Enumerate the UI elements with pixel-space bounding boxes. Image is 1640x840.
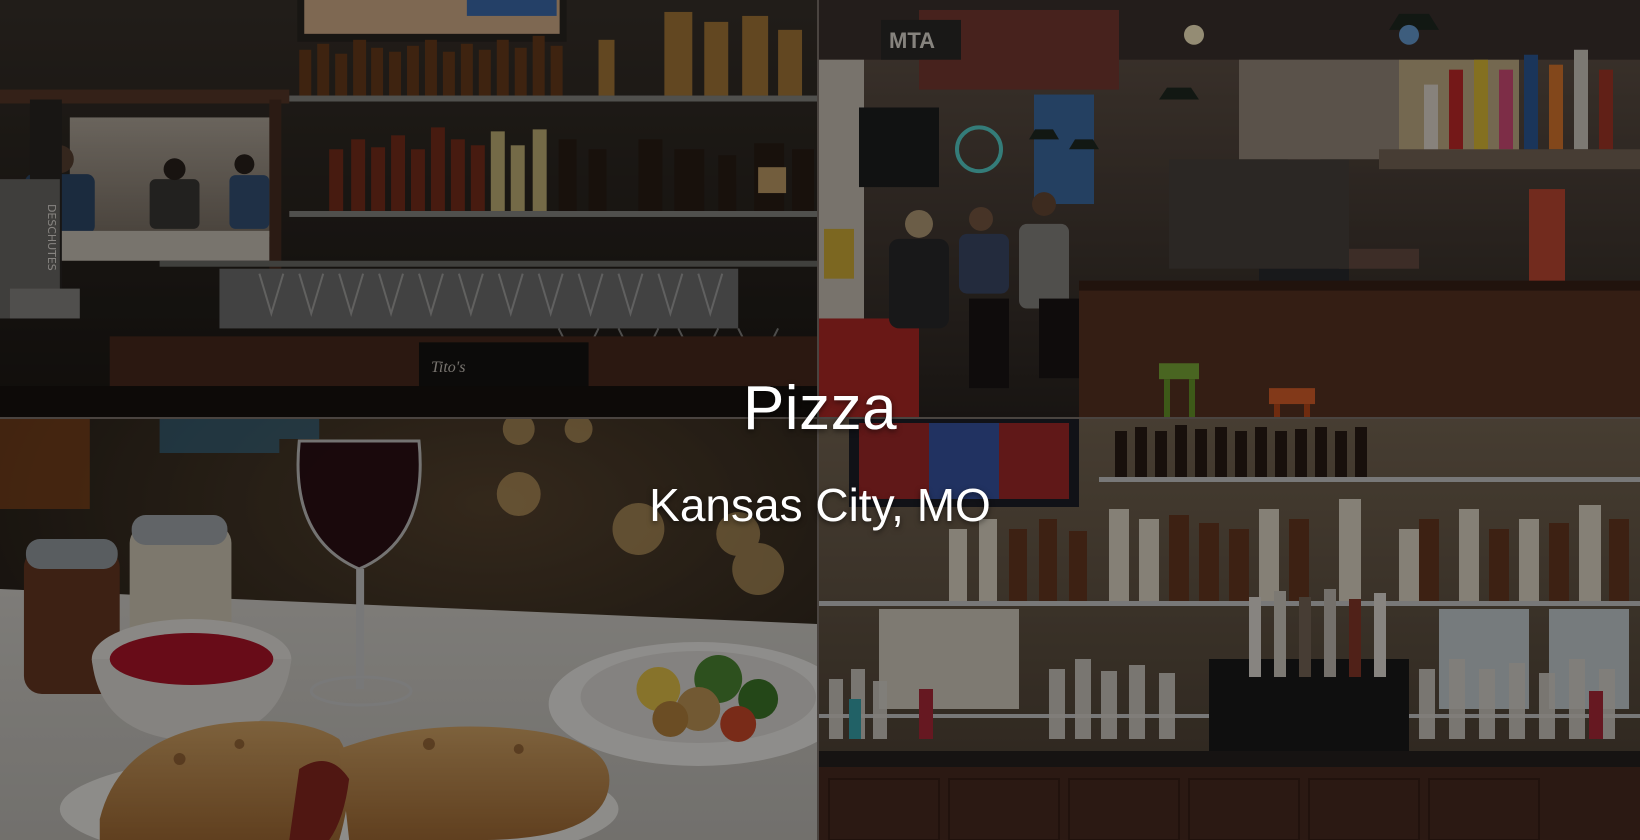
neon-sign-text: MTA (889, 28, 935, 53)
titos-box-label: Tito's (431, 359, 465, 376)
bar-counter-patrons-photo: MTA (819, 0, 1640, 419)
bar-bottle-shelves-photo: Tito's DESCHUTES (0, 0, 819, 419)
location-subtitle: Kansas City, MO (649, 479, 991, 531)
photo-collage: Tito's DESCHUTES MTA Pizza Kansas City, … (0, 0, 1640, 840)
tap-handle-label: DESCHUTES (45, 204, 58, 271)
page-title: Pizza (742, 374, 898, 443)
